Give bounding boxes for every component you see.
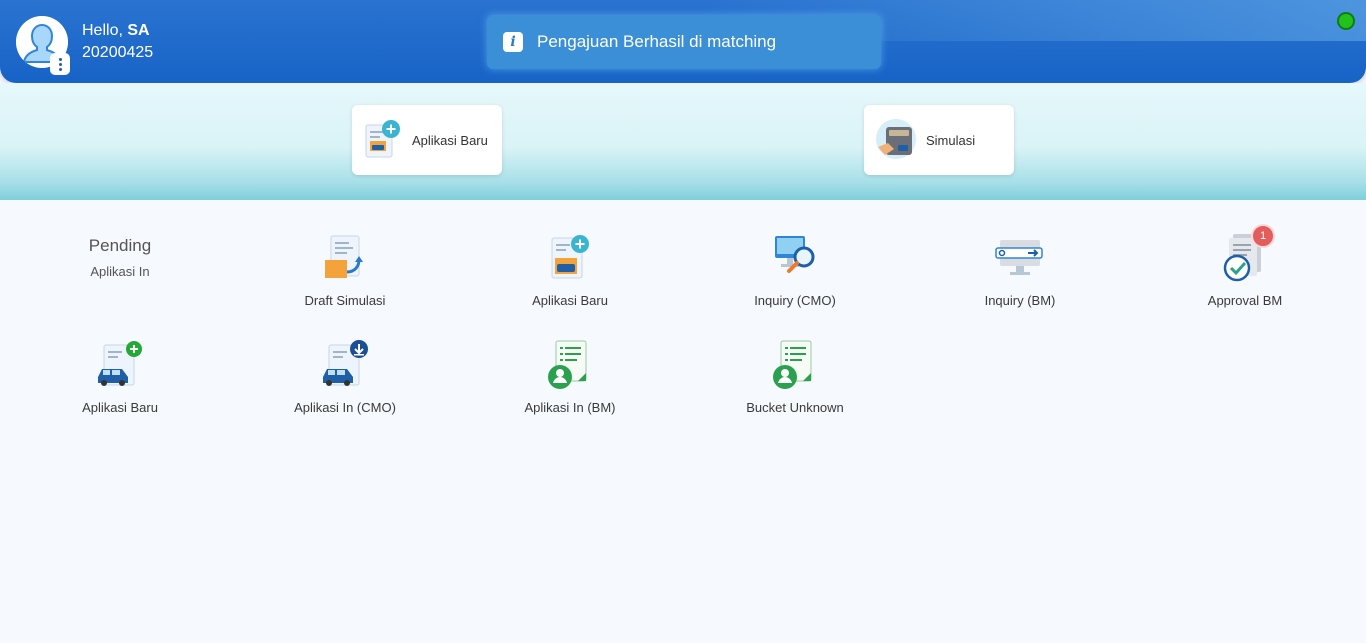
pending-title: Pending bbox=[88, 236, 152, 255]
menu-inquiry-cmo[interactable]: Inquiry (CMO) bbox=[695, 232, 895, 308]
aplikasi-in-bm-label: Aplikasi In (BM) bbox=[524, 400, 616, 415]
inquiry-monitor-icon bbox=[994, 232, 1046, 284]
greeting-prefix: Hello, bbox=[82, 22, 128, 39]
draft-simulasi-label: Draft Simulasi bbox=[304, 293, 386, 308]
notification-toast[interactable]: i Pengajuan Berhasil di matching bbox=[487, 15, 881, 69]
aplikasi-baru-2-label: Aplikasi Baru bbox=[82, 400, 158, 415]
bucket-unknown-label: Bucket Unknown bbox=[746, 400, 844, 415]
menu-bucket-unknown[interactable]: Bucket Unknown bbox=[695, 339, 895, 415]
menu-aplikasi-baru-2[interactable]: Aplikasi Baru bbox=[20, 339, 220, 415]
new-application-icon bbox=[544, 232, 596, 284]
inquiry-bm-label: Inquiry (BM) bbox=[984, 293, 1056, 308]
new-application-label: Aplikasi Baru bbox=[412, 132, 488, 148]
quick-actions-banner: Aplikasi Baru Simulasi bbox=[0, 83, 1366, 200]
menu-inquiry-bm[interactable]: Inquiry (BM) bbox=[920, 232, 1120, 308]
toast-message: Pengajuan Berhasil di matching bbox=[537, 32, 777, 51]
incoming-car-application-icon bbox=[319, 339, 371, 391]
online-status-indicator bbox=[1337, 12, 1355, 30]
inquiry-search-icon bbox=[769, 232, 821, 284]
new-application-card[interactable]: Aplikasi Baru bbox=[352, 105, 502, 175]
simulation-label: Simulasi bbox=[926, 132, 976, 148]
menu-approval-bm[interactable]: 1 Approval BM bbox=[1145, 224, 1345, 308]
user-name: SA bbox=[127, 22, 150, 39]
aplikasi-in-cmo-label: Aplikasi In (CMO) bbox=[294, 400, 396, 415]
avatar-menu-button[interactable] bbox=[50, 53, 70, 75]
info-icon: i bbox=[503, 32, 523, 52]
inquiry-cmo-label: Inquiry (CMO) bbox=[754, 293, 836, 308]
kebab-icon bbox=[58, 57, 62, 61]
user-id: 20200425 bbox=[82, 44, 154, 61]
greeting: Hello, SA bbox=[82, 21, 150, 41]
pending-subtitle: Aplikasi In bbox=[90, 264, 150, 279]
draft-simulation-icon bbox=[319, 232, 371, 284]
approval-count-badge: 1 bbox=[1251, 224, 1275, 248]
user-document-icon bbox=[544, 339, 596, 391]
simulation-icon bbox=[876, 119, 916, 159]
menu-aplikasi-in-bm[interactable]: Aplikasi In (BM) bbox=[470, 339, 670, 415]
new-car-application-icon bbox=[94, 339, 146, 391]
approval-checklist-icon: 1 bbox=[1219, 224, 1275, 284]
aplikasi-baru-label: Aplikasi Baru bbox=[532, 293, 608, 308]
menu-aplikasi-baru[interactable]: Aplikasi Baru bbox=[470, 232, 670, 308]
pending-section-header: Pending Aplikasi In bbox=[40, 236, 200, 279]
menu-draft-simulasi[interactable]: Draft Simulasi bbox=[245, 232, 445, 308]
simulation-card[interactable]: Simulasi bbox=[864, 105, 1014, 175]
menu-aplikasi-in-cmo[interactable]: Aplikasi In (CMO) bbox=[245, 339, 445, 415]
new-application-icon bbox=[365, 120, 400, 158]
approval-bm-label: Approval BM bbox=[1207, 293, 1283, 308]
user-document-icon bbox=[769, 339, 821, 391]
